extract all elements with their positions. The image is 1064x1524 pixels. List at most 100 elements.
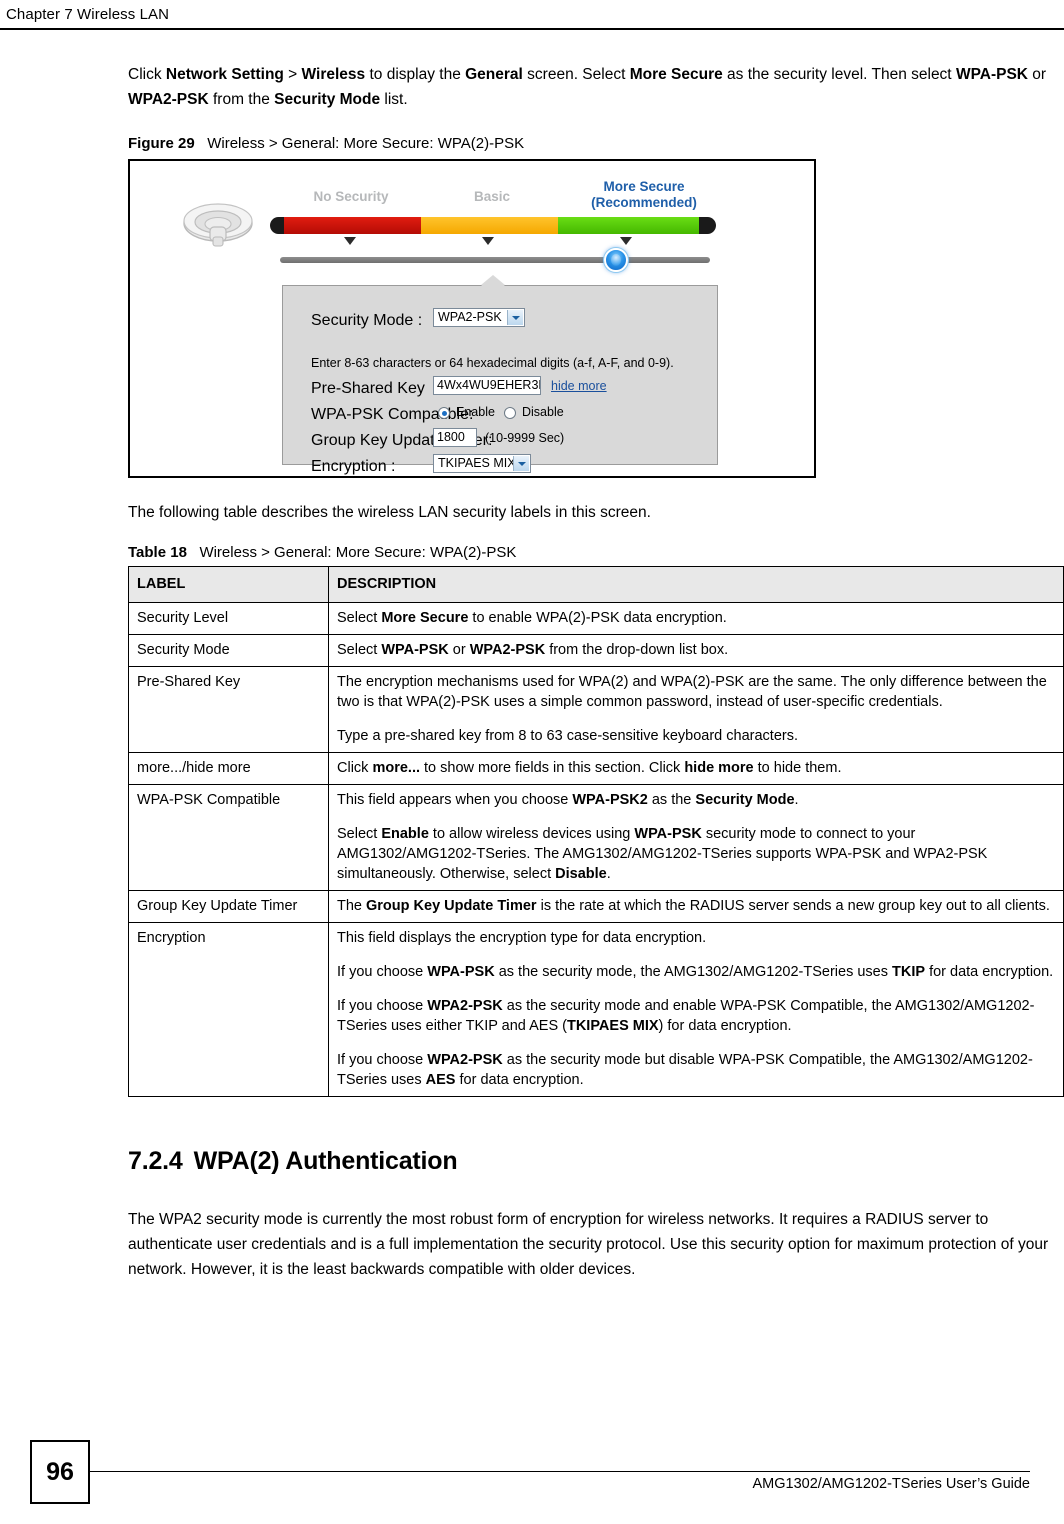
intro-text-8: list. <box>380 91 408 108</box>
header-divider <box>0 28 1064 30</box>
emphasis-text: WPA-PSK <box>381 642 449 658</box>
wpa-psk-compatible-disable-label[interactable]: Disable <box>522 405 564 419</box>
table-cell-description: The encryption mechanisms used for WPA(2… <box>328 666 1064 753</box>
security-level-slider-track[interactable] <box>280 257 710 263</box>
description-paragraph: Click more... to show more fields in thi… <box>337 758 1055 778</box>
table-intro-paragraph: The following table describes the wirele… <box>128 504 651 521</box>
emphasis-text: WPA2-PSK <box>427 998 503 1014</box>
emphasis-text: AES <box>425 1072 456 1088</box>
table-row: Group Key Update Timer The Group Key Upda… <box>128 890 1064 923</box>
plain-text: Select <box>337 610 382 626</box>
chapter-label: Chapter 7 Wireless LAN <box>6 6 170 23</box>
page-footer: 96 AMG1302/AMG1202-TSeries User’s Guide <box>0 1440 1064 1506</box>
column-header-description: DESCRIPTION <box>328 566 1064 603</box>
meter-label-more-secure-line1: More Secure <box>603 179 685 194</box>
emphasis-text: Enable <box>381 826 429 842</box>
plain-text: as the security mode, the AMG1302/AMG120… <box>494 964 893 980</box>
figure-title: Wireless > General: More Secure: WPA(2)-… <box>207 135 525 152</box>
figure-screenshot: No Security Basic More Secure (Recommend… <box>128 159 816 478</box>
page-number: 96 <box>30 1440 90 1504</box>
emphasis-text: More Secure <box>381 610 469 626</box>
description-paragraph: Select More Secure to enable WPA(2)-PSK … <box>337 608 1055 628</box>
intro-text-7: from the <box>208 91 275 108</box>
meter-label-more-secure[interactable]: More Secure (Recommended) <box>564 179 724 211</box>
chevron-down-icon <box>513 456 529 471</box>
meter-label-no-security[interactable]: No Security <box>286 189 416 205</box>
table-cell-description: This field displays the encryption type … <box>328 922 1064 1097</box>
description-paragraph: The Group Key Update Timer is the rate a… <box>337 896 1055 916</box>
encryption-label: Encryption : <box>311 458 396 475</box>
plain-text: from the drop-down list box. <box>545 642 729 658</box>
wpa-psk-compatible-enable-radio[interactable] <box>438 407 450 419</box>
meter-bar <box>270 217 716 234</box>
running-header: Chapter 7 Wireless LAN <box>0 0 1064 30</box>
plain-text: to enable WPA(2)-PSK data encryption. <box>468 610 727 626</box>
wireless-ap-icon <box>176 199 260 257</box>
plain-text: This field appears when you choose <box>337 792 573 808</box>
security-mode-label: Security Mode : <box>311 312 423 329</box>
table-row: Pre-Shared Key The encryption mechanisms … <box>128 666 1064 753</box>
section-number: 7.2.4 <box>128 1147 183 1175</box>
intro-text-1: Click <box>128 66 166 83</box>
meter-arrow-more-secure-icon <box>620 237 632 245</box>
emphasis-text: WPA2-PSK <box>469 642 546 658</box>
table-title: Wireless > General: More Secure: WPA(2)-… <box>199 544 517 561</box>
table-cell-description: Select WPA-PSK or WPA2-PSK from the drop… <box>328 634 1064 667</box>
wpa-psk-compatible-enable-label[interactable]: Enable <box>456 405 495 419</box>
table-cell-label: Group Key Update Timer <box>128 890 329 923</box>
labels-table: LABEL DESCRIPTION Security Level Select M… <box>128 566 1064 1097</box>
emphasis-text: Security Mode <box>695 792 795 808</box>
intro-bold-general: General <box>465 66 523 83</box>
meter-label-more-secure-line2: (Recommended) <box>591 195 697 210</box>
figure-caption: Figure 29 Wireless > General: More Secur… <box>128 134 1064 154</box>
meter-segment-high <box>558 217 699 234</box>
description-paragraph: This field appears when you choose WPA-P… <box>337 790 1055 810</box>
intro-text-5: as the security level. Then select <box>722 66 956 83</box>
table-cell-label: WPA-PSK Compatible <box>128 784 329 891</box>
description-paragraph: The encryption mechanisms used for WPA(2… <box>337 672 1055 712</box>
plain-text: If you choose <box>337 964 428 980</box>
plain-text: Click <box>337 760 373 776</box>
emphasis-text: WPA-PSK2 <box>572 792 648 808</box>
emphasis-text: more... <box>372 760 420 776</box>
table-header-row: LABEL DESCRIPTION <box>128 566 1064 603</box>
table-row: more.../hide more Click more... to show m… <box>128 752 1064 785</box>
meter-segment-low <box>284 217 421 234</box>
emphasis-text: WPA-PSK <box>427 964 495 980</box>
group-key-update-timer-input[interactable]: 1800 <box>433 428 477 447</box>
slider-handle-highlight <box>611 254 621 266</box>
meter-arrow-basic-icon <box>482 237 494 245</box>
emphasis-text: hide more <box>684 760 754 776</box>
description-paragraph: If you choose WPA2-PSK as the security m… <box>337 996 1055 1036</box>
meter-label-basic[interactable]: Basic <box>442 189 542 205</box>
table-cell-label: Security Mode <box>128 634 329 667</box>
plain-text: for data encryption. <box>455 1072 584 1088</box>
hide-more-link[interactable]: hide more <box>551 379 607 393</box>
intro-bold-wireless: Wireless <box>301 66 366 83</box>
intro-bold-wpa2-psk: WPA2-PSK <box>128 91 209 108</box>
pre-shared-key-label: Pre-Shared Key <box>311 380 425 397</box>
meter-labels: No Security Basic More Secure (Recommend… <box>264 177 724 215</box>
intro-text-6: or <box>1027 66 1047 83</box>
page-content: Click Network Setting > Wireless to disp… <box>128 62 1064 1282</box>
table-cell-label: Pre-Shared Key <box>128 666 329 753</box>
encryption-select[interactable]: TKIPAES MIX <box>433 454 531 473</box>
description-paragraph: Type a pre-shared key from 8 to 63 case-… <box>337 726 1055 746</box>
pre-shared-key-input[interactable]: 4Wx4WU9EHER3E <box>433 376 541 395</box>
table-row: Security Level Select More Secure to enab… <box>128 602 1064 635</box>
plain-text: for data encryption. <box>925 964 1054 980</box>
encryption-value: TKIPAES MIX <box>438 456 516 470</box>
table-row: Encryption This field displays the encryp… <box>128 922 1064 1097</box>
security-mode-select[interactable]: WPA2-PSK <box>433 308 525 327</box>
intro-bold-more-secure: More Secure <box>629 66 723 83</box>
plain-text: as the <box>647 792 696 808</box>
table-cell-label: Security Level <box>128 602 329 635</box>
table-number: Table 18 <box>128 544 187 561</box>
plain-text: If you choose <box>337 998 428 1014</box>
plain-text: . <box>606 866 611 882</box>
description-paragraph: If you choose WPA2-PSK as the security m… <box>337 1050 1055 1090</box>
footer-guide-title: AMG1302/AMG1202-TSeries User’s Guide <box>752 1476 1031 1492</box>
description-paragraph: This field displays the encryption type … <box>337 928 1055 948</box>
wpa-psk-compatible-disable-radio[interactable] <box>504 407 516 419</box>
security-level-slider-handle[interactable] <box>604 248 628 272</box>
